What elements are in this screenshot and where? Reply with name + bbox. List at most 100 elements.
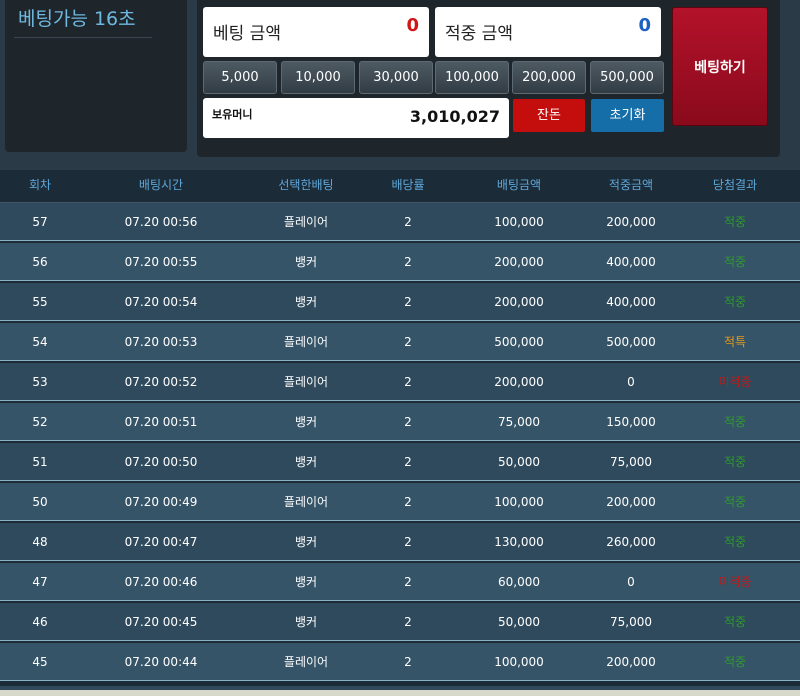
cell-bet-time: 07.20 00:56	[124, 215, 198, 229]
chip-button-5000[interactable]: 5,000	[203, 61, 277, 94]
cell-hit-amount: 200,000	[606, 655, 656, 669]
cell-round: 50	[32, 495, 48, 509]
bet-amount-value: 0	[406, 15, 419, 36]
cell-selected-bet: 뱅커	[294, 535, 318, 549]
cell-selected-bet: 플레이어	[283, 375, 329, 389]
bet-amount-label: 베팅 금액	[213, 24, 281, 44]
cell-round: 45	[32, 655, 48, 669]
table-row: 48 07.20 00:47 뱅커 2 130,000 260,000 적중	[0, 523, 800, 561]
header-selected-bet: 선택한배팅	[278, 178, 334, 192]
cell-round: 53	[32, 375, 48, 389]
table-row: 51 07.20 00:50 뱅커 2 50,000 75,000 적중	[0, 443, 800, 481]
cell-hit-amount: 150,000	[606, 415, 656, 429]
header-result: 당첨결과	[712, 178, 758, 192]
cell-bet-amount: 200,000	[494, 375, 544, 389]
cell-odds: 2	[404, 535, 412, 549]
cell-bet-time: 07.20 00:53	[124, 335, 198, 349]
header-odds: 배당률	[391, 178, 425, 192]
cell-hit-amount: 75,000	[610, 615, 652, 629]
cell-odds: 2	[404, 295, 412, 309]
cell-selected-bet: 플레이어	[283, 495, 329, 509]
cell-odds: 2	[404, 495, 412, 509]
cell-odds: 2	[404, 375, 412, 389]
cell-bet-time: 07.20 00:46	[124, 575, 198, 589]
cell-round: 47	[32, 575, 48, 589]
place-bet-button[interactable]: 베팅하기	[672, 7, 768, 126]
chip-button-200000[interactable]: 200,000	[512, 61, 586, 94]
cell-bet-time: 07.20 00:47	[124, 535, 198, 549]
cell-hit-amount: 200,000	[606, 495, 656, 509]
cell-bet-time: 07.20 00:52	[124, 375, 198, 389]
balance-box: 보유머니 3,010,027	[203, 98, 509, 138]
cell-hit-amount: 400,000	[606, 255, 656, 269]
cell-hit-amount: 500,000	[606, 335, 656, 349]
cell-odds: 2	[404, 215, 412, 229]
cell-odds: 2	[404, 255, 412, 269]
cell-selected-bet: 플레이어	[283, 215, 329, 229]
table-row: 46 07.20 00:45 뱅커 2 50,000 75,000 적중	[0, 603, 800, 641]
cell-bet-amount: 100,000	[494, 655, 544, 669]
table-row: 52 07.20 00:51 뱅커 2 75,000 150,000 적중	[0, 403, 800, 441]
table-row: 47 07.20 00:46 뱅커 2 60,000 0 미적중	[0, 563, 800, 601]
cell-bet-amount: 200,000	[494, 295, 544, 309]
cell-bet-time: 07.20 00:54	[124, 295, 198, 309]
cell-hit-amount: 400,000	[606, 295, 656, 309]
cell-result: 적중	[723, 255, 747, 269]
bet-amount-box: 베팅 금액 0	[203, 7, 429, 57]
table-row: 53 07.20 00:52 플레이어 2 200,000 0 미적중	[0, 363, 800, 401]
cell-selected-bet: 뱅커	[294, 455, 318, 469]
header-bet-time: 배팅시간	[138, 178, 184, 192]
cell-bet-time: 07.20 00:51	[124, 415, 198, 429]
cell-hit-amount: 0	[627, 575, 635, 589]
cell-bet-time: 07.20 00:44	[124, 655, 198, 669]
cell-selected-bet: 뱅커	[294, 575, 318, 589]
chip-button-500000[interactable]: 500,000	[590, 61, 664, 94]
cell-selected-bet: 뱅커	[294, 415, 318, 429]
header-round: 회차	[28, 178, 52, 192]
cell-odds: 2	[404, 455, 412, 469]
cell-bet-amount: 60,000	[498, 575, 540, 589]
cell-result: 미적중	[718, 375, 752, 389]
cell-round: 56	[32, 255, 48, 269]
hit-amount-label: 적중 금액	[445, 24, 513, 44]
chip-button-10000[interactable]: 10,000	[281, 61, 355, 94]
cell-round: 46	[32, 615, 48, 629]
cell-bet-amount: 200,000	[494, 255, 544, 269]
cell-round: 52	[32, 415, 48, 429]
cell-bet-amount: 100,000	[494, 495, 544, 509]
cell-odds: 2	[404, 615, 412, 629]
table-row: 50 07.20 00:49 플레이어 2 100,000 200,000 적중	[0, 483, 800, 521]
cell-bet-amount: 50,000	[498, 455, 540, 469]
cell-selected-bet: 뱅커	[294, 615, 318, 629]
table-row: 57 07.20 00:56 플레이어 2 100,000 200,000 적중	[0, 203, 800, 241]
header-hit-amount: 적중금액	[608, 178, 654, 192]
cell-result: 적중	[723, 455, 747, 469]
cell-bet-amount: 50,000	[498, 615, 540, 629]
cell-result: 미적중	[718, 575, 752, 589]
cell-selected-bet: 플레이어	[283, 335, 329, 349]
cell-selected-bet: 플레이어	[283, 655, 329, 669]
cell-round: 54	[32, 335, 48, 349]
cell-result: 적중	[723, 415, 747, 429]
cell-bet-amount: 100,000	[494, 215, 544, 229]
chip-button-30000[interactable]: 30,000	[359, 61, 433, 94]
table-row: 56 07.20 00:55 뱅커 2 200,000 400,000 적중	[0, 243, 800, 281]
cell-bet-time: 07.20 00:49	[124, 495, 198, 509]
chip-button-100000[interactable]: 100,000	[435, 61, 509, 94]
table-row: 55 07.20 00:54 뱅커 2 200,000 400,000 적중	[0, 283, 800, 321]
cell-hit-amount: 260,000	[606, 535, 656, 549]
cell-round: 57	[32, 215, 48, 229]
betting-area: 베팅가능 16초 베팅 금액 0 적중 금액 0 5,000 10,000 30…	[0, 0, 800, 170]
cell-result: 적중	[723, 495, 747, 509]
cell-odds: 2	[404, 575, 412, 589]
cell-hit-amount: 75,000	[610, 455, 652, 469]
history-table-header: 회차 배팅시간 선택한배팅 배당률 배팅금액 적중금액 당첨결과	[0, 170, 800, 203]
cell-hit-amount: 200,000	[606, 215, 656, 229]
change-button[interactable]: 잔돈	[513, 99, 585, 132]
hit-amount-box: 적중 금액 0	[435, 7, 661, 57]
cell-round: 55	[32, 295, 48, 309]
cell-bet-time: 07.20 00:50	[124, 455, 198, 469]
reset-button[interactable]: 초기화	[591, 99, 664, 132]
table-row: 45 07.20 00:44 플레이어 2 100,000 200,000 적중	[0, 643, 800, 681]
cell-bet-time: 07.20 00:45	[124, 615, 198, 629]
